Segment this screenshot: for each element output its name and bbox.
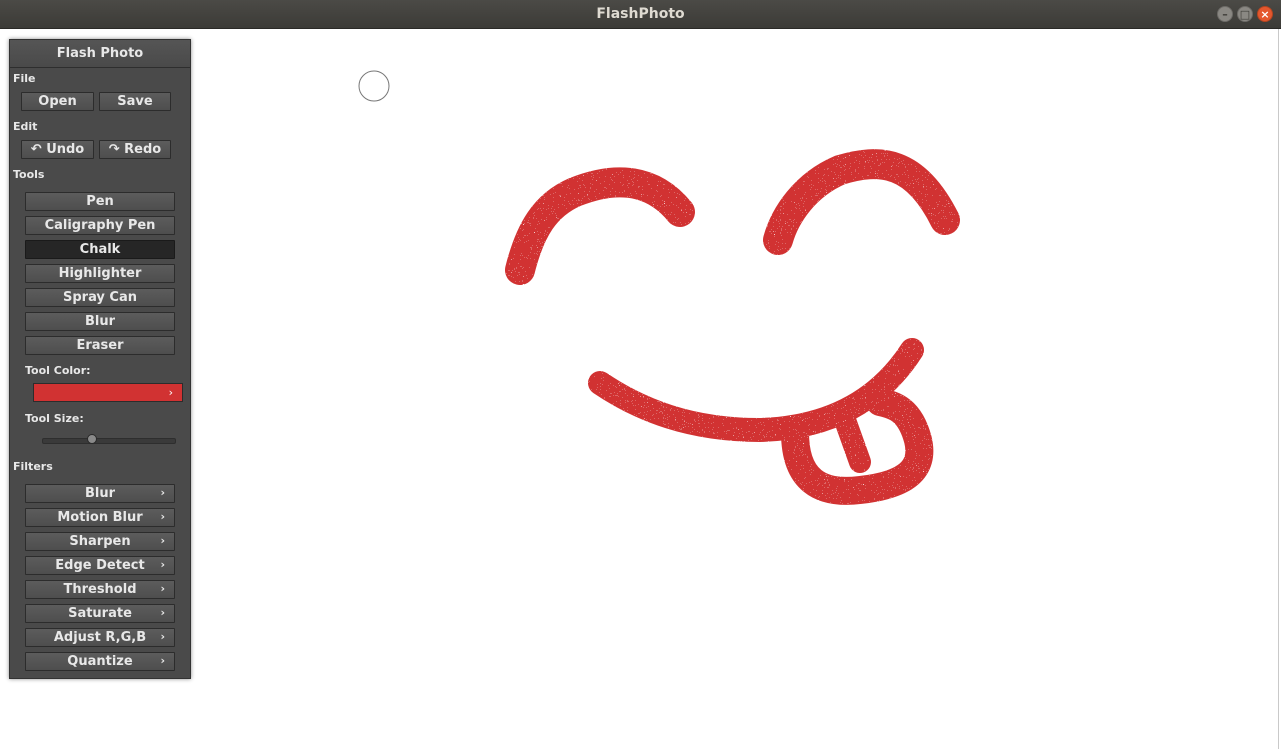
redo-button[interactable]: ↷ Redo (99, 140, 171, 159)
filter-edge-detect-button[interactable]: Edge Detect › (25, 556, 175, 575)
undo-arrow-icon: ↶ (30, 142, 42, 157)
mouth-stroke (588, 338, 924, 442)
filter-motion-blur-button[interactable]: Motion Blur › (25, 508, 175, 527)
filter-saturate-button[interactable]: Saturate › (25, 604, 175, 623)
undo-button[interactable]: ↶ Undo (21, 140, 94, 159)
tool-color-label: Tool Color: (25, 364, 91, 377)
filter-quantize-button[interactable]: Quantize › (25, 652, 175, 671)
brush-cursor (358, 70, 390, 102)
tool-panel: Flash Photo File Open Save Edit ↶ Undo ↷… (9, 39, 191, 679)
filter-threshold-button[interactable]: Threshold › (25, 580, 175, 599)
tool-size-label: Tool Size: (25, 412, 84, 425)
tool-chalk-button[interactable]: Chalk (25, 240, 175, 259)
tool-spray-can-button[interactable]: Spray Can (25, 288, 175, 307)
chevron-right-icon: › (168, 386, 173, 399)
edit-section-label: Edit (13, 120, 38, 133)
canvas-drawing (358, 70, 960, 505)
filter-saturate-label: Saturate (68, 606, 132, 621)
window-titlebar: FlashPhoto – □ × (0, 0, 1281, 29)
panel-title: Flash Photo (10, 40, 190, 68)
undo-label: Undo (46, 142, 85, 157)
chevron-right-icon: › (160, 486, 165, 499)
minimize-icon[interactable]: – (1217, 6, 1233, 22)
redo-label: Redo (124, 142, 162, 157)
filter-adjust-rgb-label: Adjust R,G,B (53, 630, 147, 645)
filter-quantize-label: Quantize (67, 654, 133, 669)
close-icon[interactable]: × (1257, 6, 1273, 22)
tool-blur-button[interactable]: Blur (25, 312, 175, 331)
tool-color-picker[interactable]: › (33, 383, 183, 402)
filter-sharpen-label: Sharpen (69, 534, 131, 549)
chevron-right-icon: › (160, 558, 165, 571)
save-button[interactable]: Save (99, 92, 171, 111)
chevron-right-icon: › (160, 582, 165, 595)
tongue-line-stroke (834, 409, 871, 473)
tool-pen-button[interactable]: Pen (25, 192, 175, 211)
tool-eraser-button[interactable]: Eraser (25, 336, 175, 355)
filters-section-label: Filters (13, 460, 53, 473)
chevron-right-icon: › (160, 654, 165, 667)
open-button[interactable]: Open (21, 92, 94, 111)
chevron-right-icon: › (160, 630, 165, 643)
file-section-label: File (13, 72, 36, 85)
chevron-right-icon: › (160, 510, 165, 523)
tool-size-slider[interactable] (42, 438, 176, 444)
tools-section-label: Tools (13, 168, 45, 181)
filter-sharpen-button[interactable]: Sharpen › (25, 532, 175, 551)
maximize-icon[interactable]: □ (1237, 6, 1253, 22)
filter-motion-blur-label: Motion Blur (57, 510, 143, 525)
filter-edge-detect-label: Edge Detect (55, 558, 145, 573)
window-title: FlashPhoto (596, 6, 685, 22)
left-eye-stroke (505, 167, 695, 285)
drawing-canvas[interactable] (0, 29, 1281, 749)
filter-blur-label: Blur (84, 486, 116, 501)
redo-arrow-icon: ↷ (108, 142, 120, 157)
chevron-right-icon: › (160, 534, 165, 547)
tool-caligraphy-pen-button[interactable]: Caligraphy Pen (25, 216, 175, 235)
canvas-right-border (1278, 29, 1279, 749)
filter-blur-button[interactable]: Blur › (25, 484, 175, 503)
right-eye-stroke (763, 149, 960, 255)
tool-highlighter-button[interactable]: Highlighter (25, 264, 175, 283)
chevron-right-icon: › (160, 606, 165, 619)
filter-threshold-label: Threshold (63, 582, 137, 597)
filter-adjust-rgb-button[interactable]: Adjust R,G,B › (25, 628, 175, 647)
